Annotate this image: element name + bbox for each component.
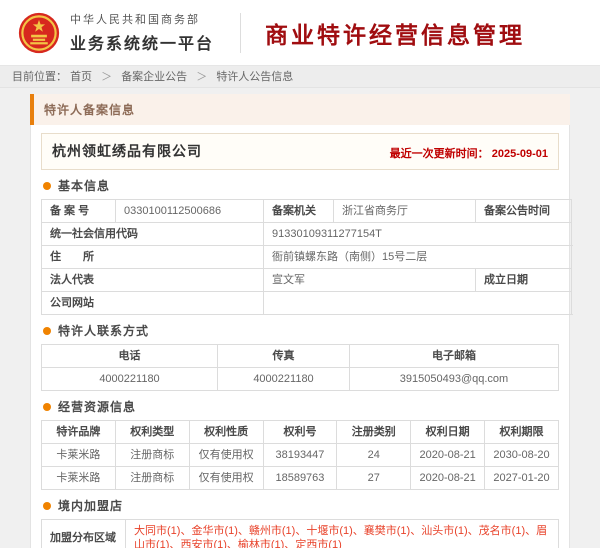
table-row: 公司网站 <box>41 291 572 315</box>
header-divider <box>240 12 242 53</box>
contact-table: 电话 传真 电子邮箱 4000221180 4000221180 3915050… <box>41 344 559 391</box>
authority-value: 浙江省商务厅 <box>333 199 476 223</box>
website-value <box>263 291 572 315</box>
company-name: 杭州领虹绣品有限公司 <box>52 143 202 159</box>
section-business-resources: 经营资源信息 <box>43 398 559 415</box>
reg-class-cell: 27 <box>336 466 412 490</box>
table-row: 加盟分布区域 大同市(1)、金华市(1)、赣州市(1)、十堰市(1)、襄樊市(1… <box>41 519 559 548</box>
column-header: 权利性质 <box>188 420 264 444</box>
column-header: 注册类别 <box>336 420 412 444</box>
address-value: 衙前镇螺东路（南侧）15号二层 <box>263 245 572 269</box>
record-panel: 杭州领虹绣品有限公司 最近一次更新时间： 2025-09-01 基本信息 备 案… <box>30 125 572 548</box>
right-type-cell: 注册商标 <box>114 443 190 467</box>
column-header-phone: 电话 <box>41 344 218 368</box>
section-title: 境内加盟店 <box>58 499 124 513</box>
right-type-cell: 注册商标 <box>114 466 190 490</box>
national-emblem-icon <box>18 12 60 53</box>
tab-franchisor-record-info: 特许人备案信息 <box>30 94 570 125</box>
table-row: 法人代表 宣文军 成立日期 2014-05-09 <box>41 268 572 292</box>
bullet-icon <box>43 181 51 190</box>
phone-value: 4000221180 <box>41 367 218 391</box>
brand-cell: 卡莱米路 <box>41 466 116 490</box>
website-label: 公司网站 <box>41 291 264 315</box>
bullet-icon <box>43 326 51 335</box>
last-update-value: 2025-09-01 <box>491 148 548 160</box>
section-title: 经营资源信息 <box>58 400 137 414</box>
org-block: 中华人民共和国商务部 业务系统统一平台 <box>70 11 214 54</box>
authority-label: 备案机关 <box>263 199 334 223</box>
last-update-time: 最近一次更新时间： 2025-09-01 <box>390 145 548 161</box>
record-no-label: 备 案 号 <box>41 199 116 223</box>
record-no-value: 0330100112500686 <box>115 199 264 223</box>
table-row: 统一社会信用代码 91330109311277154T <box>41 222 572 246</box>
column-header-fax: 传真 <box>217 344 350 368</box>
last-update-label: 最近一次更新时间： <box>389 148 489 160</box>
table-row: 卡莱米路 注册商标 仅有使用权 18589763 27 2020-08-21 2… <box>41 466 559 490</box>
platform-name: 业务系统统一平台 <box>70 36 215 53</box>
right-expiry-cell: 2030-08-20 <box>484 443 559 467</box>
section-contact-info: 特许人联系方式 <box>43 322 559 339</box>
announce-time-label: 备案公告时间 <box>475 199 572 223</box>
legal-rep-value: 宣文军 <box>263 268 476 292</box>
basic-info-table: 备 案 号 0330100112500686 备案机关 浙江省商务厅 备案公告时… <box>41 199 572 315</box>
ministry-name: 中华人民共和国商务部 <box>70 14 200 26</box>
fax-value: 4000221180 <box>217 367 350 391</box>
table-header-row: 特许品牌 权利类型 权利性质 权利号 注册类别 权利日期 权利期限 <box>41 420 559 444</box>
breadcrumb-separator: ＞ <box>101 71 113 83</box>
table-row: 住 所 衙前镇螺东路（南侧）15号二层 <box>41 245 572 269</box>
column-header: 权利号 <box>262 420 338 444</box>
credit-code-label: 统一社会信用代码 <box>41 222 264 246</box>
right-nature-cell: 仅有使用权 <box>188 443 264 467</box>
section-basic-info: 基本信息 <box>43 177 559 194</box>
right-date-cell: 2020-08-21 <box>410 443 486 467</box>
main-content: 特许人备案信息 杭州领虹绣品有限公司 最近一次更新时间： 2025-09-01 … <box>0 88 600 548</box>
table-row: 4000221180 4000221180 3915050493@qq.com <box>41 367 559 391</box>
breadcrumb-label: 目前位置： <box>12 71 67 83</box>
column-header: 权利类型 <box>114 420 190 444</box>
credit-code-value: 91330109311277154T <box>263 222 572 246</box>
region-links[interactable]: 大同市(1)、金华市(1)、赣州市(1)、十堰市(1)、襄樊市(1)、汕头市(1… <box>125 519 559 548</box>
section-title: 基本信息 <box>58 179 111 193</box>
legal-rep-label: 法人代表 <box>41 268 264 292</box>
table-row: 备 案 号 0330100112500686 备案机关 浙江省商务厅 备案公告时… <box>41 199 572 223</box>
right-nature-cell: 仅有使用权 <box>188 466 264 490</box>
page-title: 商业特许经营信息管理 <box>265 21 526 48</box>
top-header: 中华人民共和国商务部 业务系统统一平台 商业特许经营信息管理 <box>0 0 600 66</box>
section-domestic-franchise-stores: 境内加盟店 <box>43 497 559 514</box>
column-header-email: 电子邮箱 <box>349 344 559 368</box>
table-header-row: 电话 传真 电子邮箱 <box>41 344 559 368</box>
company-header-box: 杭州领虹绣品有限公司 最近一次更新时间： 2025-09-01 <box>41 133 559 170</box>
franchise-table: 加盟分布区域 大同市(1)、金华市(1)、赣州市(1)、十堰市(1)、襄樊市(1… <box>41 519 559 548</box>
resources-table: 特许品牌 权利类型 权利性质 权利号 注册类别 权利日期 权利期限 卡莱米路 注… <box>41 420 559 490</box>
region-label: 加盟分布区域 <box>41 519 126 548</box>
bullet-icon <box>43 402 51 411</box>
reg-class-cell: 24 <box>336 443 412 467</box>
address-label: 住 所 <box>41 245 264 269</box>
right-no-cell: 38193447 <box>262 443 338 467</box>
section-title: 特许人联系方式 <box>58 324 150 338</box>
right-date-cell: 2020-08-21 <box>410 466 486 490</box>
column-header: 权利期限 <box>484 420 559 444</box>
right-expiry-cell: 2027-01-20 <box>484 466 559 490</box>
breadcrumb-company-announcements-link[interactable]: 备案企业公告 <box>121 71 187 83</box>
breadcrumb-separator: ＞ <box>196 71 208 83</box>
brand-cell: 卡莱米路 <box>41 443 116 467</box>
established-label: 成立日期 <box>475 268 572 292</box>
email-value: 3915050493@qq.com <box>349 367 559 391</box>
column-header: 权利日期 <box>410 420 486 444</box>
breadcrumb-current-page: 特许人公告信息 <box>216 71 294 83</box>
table-row: 卡莱米路 注册商标 仅有使用权 38193447 24 2020-08-21 2… <box>41 443 559 467</box>
column-header: 特许品牌 <box>41 420 116 444</box>
right-no-cell: 18589763 <box>262 466 338 490</box>
breadcrumb: 目前位置： 首页 ＞ 备案企业公告 ＞ 特许人公告信息 <box>0 66 600 88</box>
bullet-icon <box>43 501 51 510</box>
breadcrumb-home-link[interactable]: 首页 <box>70 71 92 83</box>
